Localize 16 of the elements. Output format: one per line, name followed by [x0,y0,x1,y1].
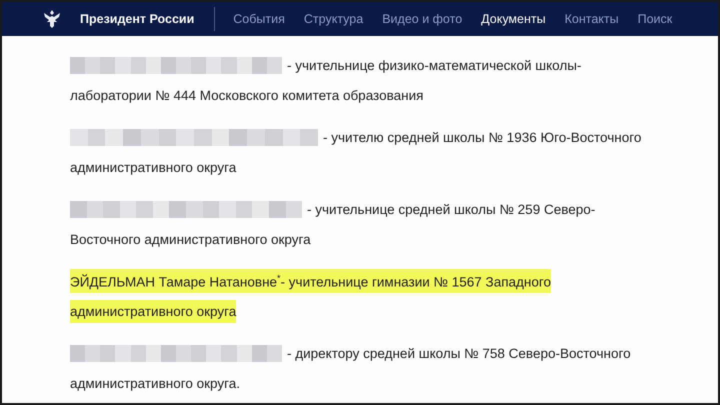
award-entry-text: ЭЙДЕЛЬМАН Тамаре Натановне$^{*}$- учительнице гимназии № 1567 Западного [70,268,552,294]
nav-link[interactable]: Видео и фото [382,12,462,26]
nav-link[interactable]: Поиск [638,12,672,26]
award-entry-text: - учительнице физико-математической школы- [287,58,582,72]
site-title[interactable]: Президент России [80,12,194,26]
nav-link[interactable]: Контакты [564,12,619,26]
nav-link[interactable]: События [233,12,285,26]
award-entry-text: Восточного административного округа [70,232,311,246]
award-entry-text: - директору средней школы № 758 Северо-Восточного [287,346,631,360]
award-entry-text: - учителю средней школы № 1936 Юго-Восточного [323,130,642,144]
award-entry-text: административного округа. [70,376,240,390]
nav-link[interactable]: Структура [304,12,364,26]
award-entry-text: административного округа [70,160,236,174]
nav-link[interactable]: Документы [481,12,546,26]
award-entry-text: лаборатории № 444 Московского комитета образования [70,88,424,102]
award-entry-text: - учительнице средней школы № 259 Северо- [307,202,596,216]
